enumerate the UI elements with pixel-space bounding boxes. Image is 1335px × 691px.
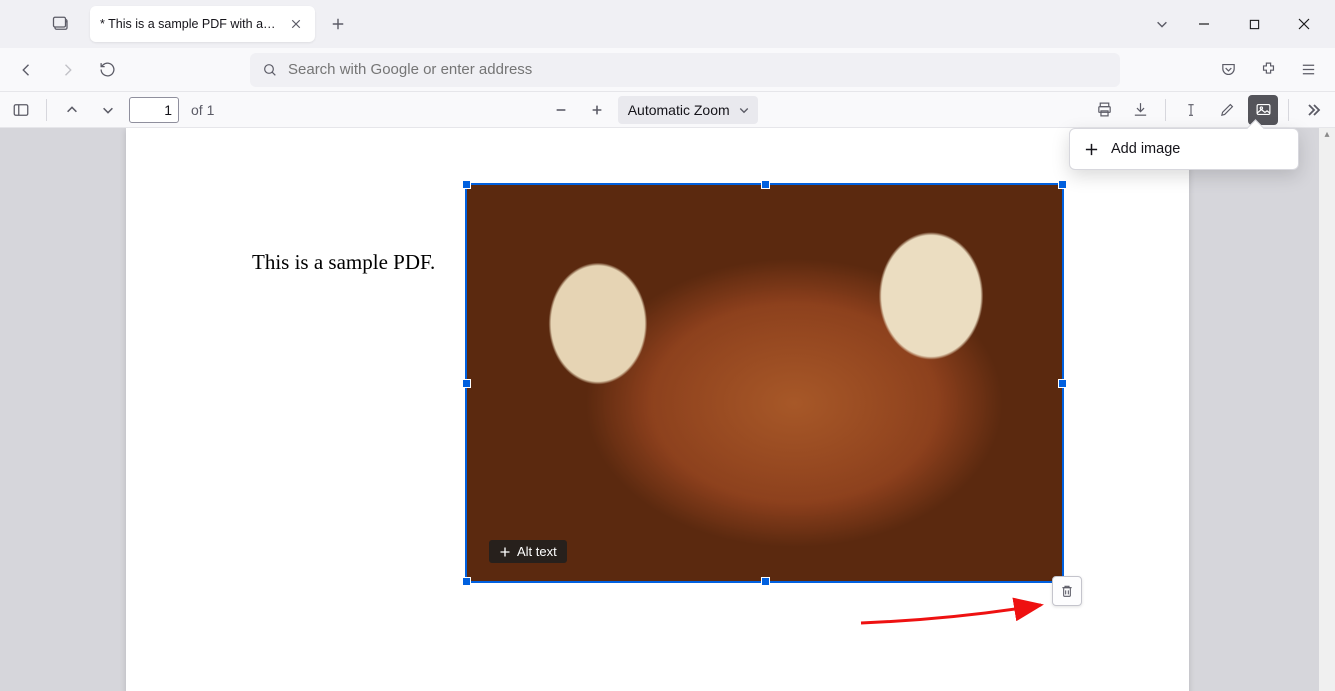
- more-tools-button[interactable]: [1299, 95, 1329, 125]
- zoom-out-button[interactable]: [546, 95, 576, 125]
- page-count-label: of 1: [191, 102, 214, 118]
- browser-tab[interactable]: * This is a sample PDF with an imag: [90, 6, 315, 42]
- tab-title: * This is a sample PDF with an imag: [100, 17, 279, 31]
- resize-handle-tl[interactable]: [462, 180, 471, 189]
- resize-handle-bl[interactable]: [462, 577, 471, 586]
- separator: [1165, 99, 1166, 121]
- window-close-button[interactable]: [1281, 8, 1327, 40]
- image-tool-button[interactable]: [1248, 95, 1278, 125]
- search-icon: [262, 62, 278, 78]
- draw-tool-button[interactable]: [1212, 95, 1242, 125]
- plus-icon: [499, 546, 511, 558]
- resize-handle-l[interactable]: [462, 379, 471, 388]
- resize-handle-b[interactable]: [761, 577, 770, 586]
- scrollbar-vertical[interactable]: ▴: [1319, 128, 1335, 691]
- resize-handle-r[interactable]: [1058, 379, 1067, 388]
- new-tab-button[interactable]: [323, 9, 353, 39]
- extensions-button[interactable]: [1251, 53, 1285, 87]
- app-menu-button[interactable]: [1291, 53, 1325, 87]
- zoom-label: Automatic Zoom: [628, 102, 730, 118]
- pdf-toolbar: of 1 Automatic Zoom Add image: [0, 92, 1335, 128]
- separator: [1288, 99, 1289, 121]
- page-number-input[interactable]: [129, 97, 179, 123]
- pdf-page[interactable]: This is a sample PDF. Alt text: [126, 128, 1189, 691]
- separator: [46, 99, 47, 121]
- alt-text-label: Alt text: [517, 544, 557, 559]
- spacer-icon: [8, 9, 38, 39]
- next-page-button[interactable]: [93, 95, 123, 125]
- zoom-in-button[interactable]: [582, 95, 612, 125]
- reload-button[interactable]: [90, 53, 124, 87]
- recent-browsing-button[interactable]: [46, 9, 76, 39]
- scroll-up-icon[interactable]: ▴: [1321, 128, 1333, 140]
- alt-text-button[interactable]: Alt text: [489, 540, 567, 563]
- prev-page-button[interactable]: [57, 95, 87, 125]
- annotation-arrow: [856, 593, 1056, 633]
- window-minimize-button[interactable]: [1181, 8, 1227, 40]
- image-content: [467, 185, 1062, 581]
- pdf-viewport[interactable]: This is a sample PDF. Alt text: [0, 128, 1335, 691]
- delete-image-button[interactable]: [1052, 576, 1082, 606]
- back-button[interactable]: [10, 53, 44, 87]
- plus-icon: [1084, 142, 1099, 157]
- save-to-pocket-button[interactable]: [1211, 53, 1245, 87]
- zoom-select[interactable]: Automatic Zoom: [618, 96, 758, 124]
- download-button[interactable]: [1125, 95, 1155, 125]
- list-tabs-button[interactable]: [1147, 9, 1177, 39]
- forward-button[interactable]: [50, 53, 84, 87]
- add-image-menu-item[interactable]: Add image: [1074, 133, 1294, 165]
- toggle-sidebar-button[interactable]: [6, 95, 36, 125]
- close-tab-button[interactable]: [287, 15, 305, 33]
- window-maximize-button[interactable]: [1231, 8, 1277, 40]
- browser-tabstrip: * This is a sample PDF with an imag: [0, 0, 1335, 48]
- address-input[interactable]: [288, 61, 1108, 78]
- address-bar[interactable]: [250, 53, 1120, 87]
- resize-handle-t[interactable]: [761, 180, 770, 189]
- resize-handle-tr[interactable]: [1058, 180, 1067, 189]
- browser-navbar: [0, 48, 1335, 92]
- document-text: This is a sample PDF.: [252, 250, 435, 275]
- print-button[interactable]: [1089, 95, 1119, 125]
- selected-image[interactable]: Alt text: [465, 183, 1064, 583]
- add-image-label: Add image: [1111, 141, 1180, 157]
- image-tool-dropdown: Add image: [1069, 128, 1299, 170]
- chevron-down-icon: [738, 104, 750, 116]
- text-tool-button[interactable]: [1176, 95, 1206, 125]
